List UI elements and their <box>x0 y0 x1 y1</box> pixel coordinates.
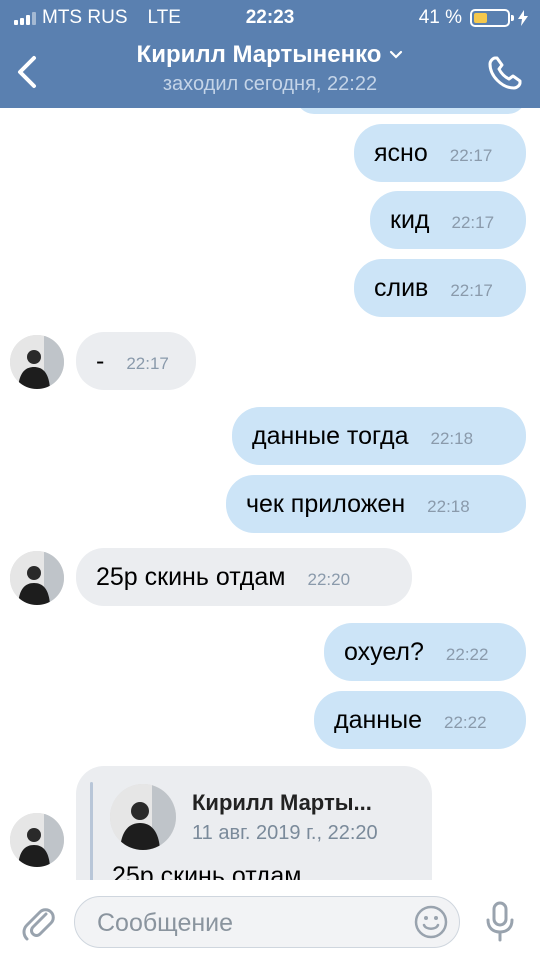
paperclip-icon <box>22 908 55 941</box>
message-list[interactable]: ясно 22:17 кид 22:17 слив 22:17 - 22:17 … <box>0 108 540 880</box>
message-bubble-outgoing[interactable]: ясно 22:17 <box>354 124 526 182</box>
message-bubble-outgoing[interactable]: слив 22:17 <box>354 259 526 317</box>
microphone-icon <box>486 901 514 942</box>
message-input[interactable] <box>75 897 419 949</box>
message-bubble-partial[interactable] <box>296 108 526 114</box>
message-text: данные <box>334 705 422 734</box>
forward-text: 25р скинь отдам <box>112 862 302 880</box>
chevron-down-icon <box>390 50 403 59</box>
status-right: 41 % <box>419 7 528 29</box>
forwarded-message[interactable]: Кирилл Марты... 11 авг. 2019 г., 22:20 2… <box>76 766 432 880</box>
message-text: 25р скинь отдам <box>96 562 286 591</box>
message-text: чек приложен <box>246 489 406 518</box>
message-text: охуел? <box>344 637 424 666</box>
message-text: - <box>96 346 105 375</box>
battery-level <box>474 13 487 23</box>
avatar[interactable] <box>10 551 64 605</box>
message-time: 22:18 <box>427 497 470 516</box>
message-text: данные тогда <box>252 421 409 450</box>
chevron-left-icon <box>18 56 36 88</box>
last-seen: заходил сегодня, 22:22 <box>162 73 378 95</box>
back-button[interactable] <box>10 50 46 94</box>
message-bubble-outgoing[interactable]: охуел? 22:22 <box>324 623 526 681</box>
emoji-button[interactable] <box>413 904 449 940</box>
phone-icon <box>488 56 522 90</box>
voice-button[interactable] <box>482 900 518 944</box>
status-bar: MTS RUS LTE 22:23 41 % <box>0 0 540 36</box>
chat-header: MTS RUS LTE 22:23 41 % Кирилл Мартыненко… <box>0 0 540 108</box>
composer <box>0 880 540 960</box>
chat-title[interactable]: Кирилл Мартыненко <box>137 40 404 70</box>
message-time: 22:17 <box>126 354 169 373</box>
message-time: 22:22 <box>443 713 487 732</box>
message-time: 22:18 <box>430 429 474 448</box>
message-text: слив <box>374 273 429 302</box>
attach-button[interactable] <box>18 902 58 942</box>
message-time: 22:17 <box>450 281 493 300</box>
message-bubble-incoming[interactable]: - 22:17 <box>76 332 196 390</box>
forward-author[interactable]: Кирилл Марты... <box>192 790 372 816</box>
message-text: кид <box>390 205 430 234</box>
forward-date: 11 авг. 2019 г., 22:20 <box>192 822 378 844</box>
avatar[interactable] <box>10 813 64 867</box>
battery-percent: 41 % <box>418 7 462 28</box>
message-field[interactable] <box>74 896 460 949</box>
message-bubble-outgoing[interactable]: кид 22:17 <box>370 191 526 249</box>
message-time: 22:17 <box>449 146 493 165</box>
message-bubble-outgoing[interactable]: чек приложен 22:18 <box>226 475 526 533</box>
quote-bar <box>90 782 93 880</box>
battery-icon <box>470 9 514 27</box>
forward-avatar[interactable] <box>110 784 176 850</box>
smile-icon <box>414 905 448 939</box>
message-time: 22:17 <box>451 213 495 232</box>
call-button[interactable] <box>484 50 524 94</box>
charging-icon <box>518 10 528 26</box>
chat-title-area[interactable]: Кирилл Мартыненко заходил сегодня, 22:22 <box>70 40 470 98</box>
avatar[interactable] <box>10 335 64 389</box>
message-time: 22:22 <box>445 645 489 664</box>
message-bubble-outgoing[interactable]: данные 22:22 <box>314 691 526 749</box>
contact-name: Кирилл Мартыненко <box>136 41 382 68</box>
message-bubble-incoming[interactable]: 25р скинь отдам 22:20 <box>76 548 412 606</box>
message-bubble-outgoing[interactable]: данные тогда 22:18 <box>232 407 526 465</box>
message-time: 22:20 <box>307 570 351 589</box>
message-text: ясно <box>374 138 428 167</box>
